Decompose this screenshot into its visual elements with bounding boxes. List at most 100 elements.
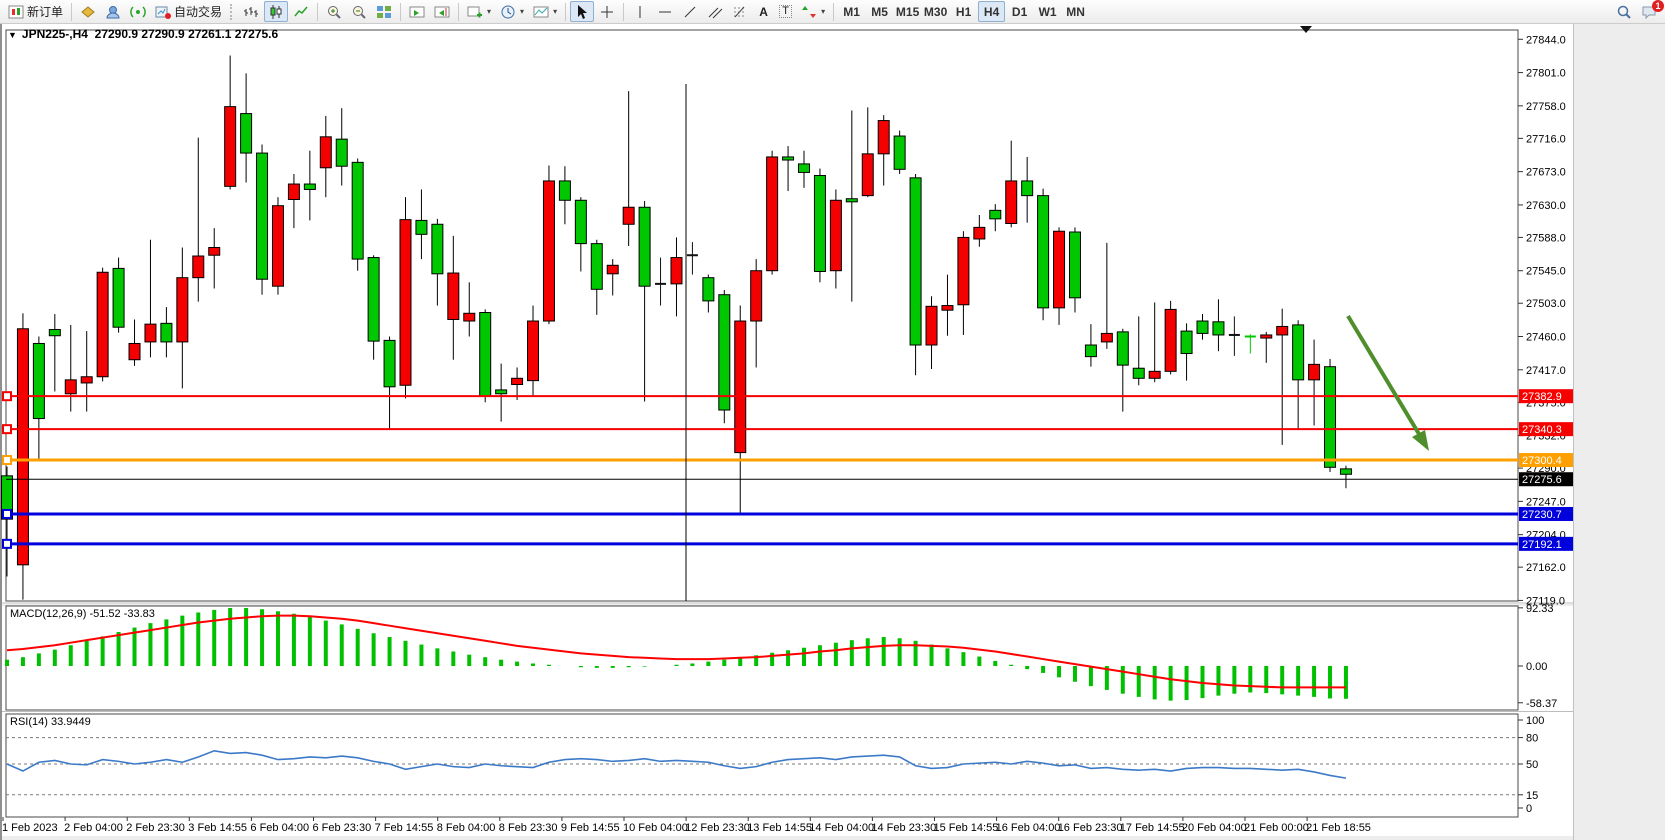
candle-body [1133,368,1144,378]
auto-scroll-button[interactable] [405,1,429,22]
time-tick-label: 6 Feb 23:30 [313,822,372,834]
horizontal-line-button[interactable] [653,1,677,22]
signal-waves-icon [130,4,146,20]
price-tick-label: 27716.0 [1526,133,1566,145]
bar-chart-button[interactable] [239,1,263,22]
crosshair-button[interactable] [595,1,619,22]
candle-body [1117,332,1128,365]
timeframe-m15-button[interactable]: M15 [894,1,921,22]
line-anchor[interactable] [3,456,11,464]
chevron-down-icon: ▾ [487,7,491,16]
time-tick-label: 21 Feb 18:55 [1306,822,1371,834]
price-tick-label: 27545.0 [1526,266,1566,278]
candle-body [974,227,985,239]
candle-body [304,184,315,189]
tile-windows-button[interactable] [372,1,396,22]
signals-button[interactable] [126,1,150,22]
timeframe-m1-button[interactable]: M1 [838,1,865,22]
macd-tick-label: -58.37 [1526,698,1557,710]
line-anchor[interactable] [3,540,11,548]
candle-body [703,278,714,301]
time-tick-label: 14 Feb 23:30 [871,822,936,834]
toolbar-separator [400,3,401,21]
candle-body [1054,231,1065,308]
time-tick-label: 8 Feb 23:30 [499,822,558,834]
community-button[interactable] [101,1,125,22]
candle-body [288,184,299,199]
channel-icon [707,4,723,20]
candle-body [1245,336,1256,338]
trend-arrow[interactable] [1348,316,1419,434]
line-anchor[interactable] [3,425,11,433]
price-tick-label: 27503.0 [1526,298,1566,310]
timeframe-mn-button[interactable]: MN [1062,1,1089,22]
candle-body [225,107,236,187]
candle-body [623,207,634,224]
line-chart-icon [293,4,309,20]
candle-body [384,340,395,386]
line-anchor[interactable] [3,392,11,400]
price-tick-label: 27162.0 [1526,562,1566,574]
candle-body [432,224,443,274]
candle-body [400,220,411,386]
candle-body [767,157,778,271]
chart-shift-icon [434,4,450,20]
rsi-label: RSI(14) 33.9449 [10,716,91,728]
candle-body [209,247,220,255]
toolbar-separator [458,3,459,21]
candlestick-chart-button[interactable] [264,1,288,22]
vertical-line-icon [632,4,648,20]
price-badge-label: 27230.7 [1522,509,1562,521]
candle-body [1181,331,1192,353]
timeframe-m5-button[interactable]: M5 [866,1,893,22]
new-chart-button[interactable]: ▾ [463,1,495,22]
trading-terminal: 新订单 自动交易 ▾ ▾ ▾ A T ▾ [0,0,1665,840]
candle-body [17,329,28,565]
candle-body [1277,326,1288,335]
cursor-button[interactable] [570,1,594,22]
zoom-in-button[interactable] [322,1,346,22]
fibonacci-button[interactable] [728,1,752,22]
channel-button[interactable] [703,1,727,22]
trendline-button[interactable] [678,1,702,22]
candle-body [49,330,60,336]
candle-body [1293,325,1304,380]
chart-window[interactable]: 27844.027801.027758.027716.027673.027630… [0,0,1665,840]
market-button[interactable] [76,1,100,22]
candle-body [257,153,268,279]
templates-button[interactable]: ▾ [529,1,561,22]
zoom-out-button[interactable] [347,1,371,22]
candle-body [559,181,570,200]
timeframe-m30-button[interactable]: M30 [922,1,949,22]
timeframe-d1-button[interactable]: D1 [1006,1,1033,22]
text-label-button[interactable]: T [775,1,796,22]
line-chart-button[interactable] [289,1,313,22]
candle-body [814,176,825,272]
macd-panel [6,606,1518,710]
candle-body [1340,469,1351,474]
line-anchor[interactable] [3,510,11,518]
candle-body [336,139,347,166]
candle-body [1213,322,1224,335]
candle-body [1325,367,1336,468]
candle-body [799,164,810,173]
price-tick-label: 27630.0 [1526,200,1566,212]
price-tick-label: 27417.0 [1526,365,1566,377]
new-order-button[interactable]: 新订单 [4,1,67,22]
chat-button[interactable]: 1 [1637,1,1661,22]
candle-body [751,271,762,321]
time-tick-label: 8 Feb 04:00 [437,822,496,834]
text-button[interactable]: A [753,1,774,22]
candle-body [193,256,204,278]
vertical-line-button[interactable] [628,1,652,22]
arrows-button[interactable]: ▾ [797,1,829,22]
timeframe-w1-button[interactable]: W1 [1034,1,1061,22]
periods-button[interactable]: ▾ [496,1,528,22]
auto-trading-button[interactable]: 自动交易 [151,1,226,22]
search-button[interactable] [1612,1,1636,22]
chart-shift-button[interactable] [430,1,454,22]
timeframe-h4-button[interactable]: H4 [978,1,1005,22]
timeframe-h1-button[interactable]: H1 [950,1,977,22]
bottom-strip [2,836,1573,840]
price-tick-label: 27673.0 [1526,167,1566,179]
